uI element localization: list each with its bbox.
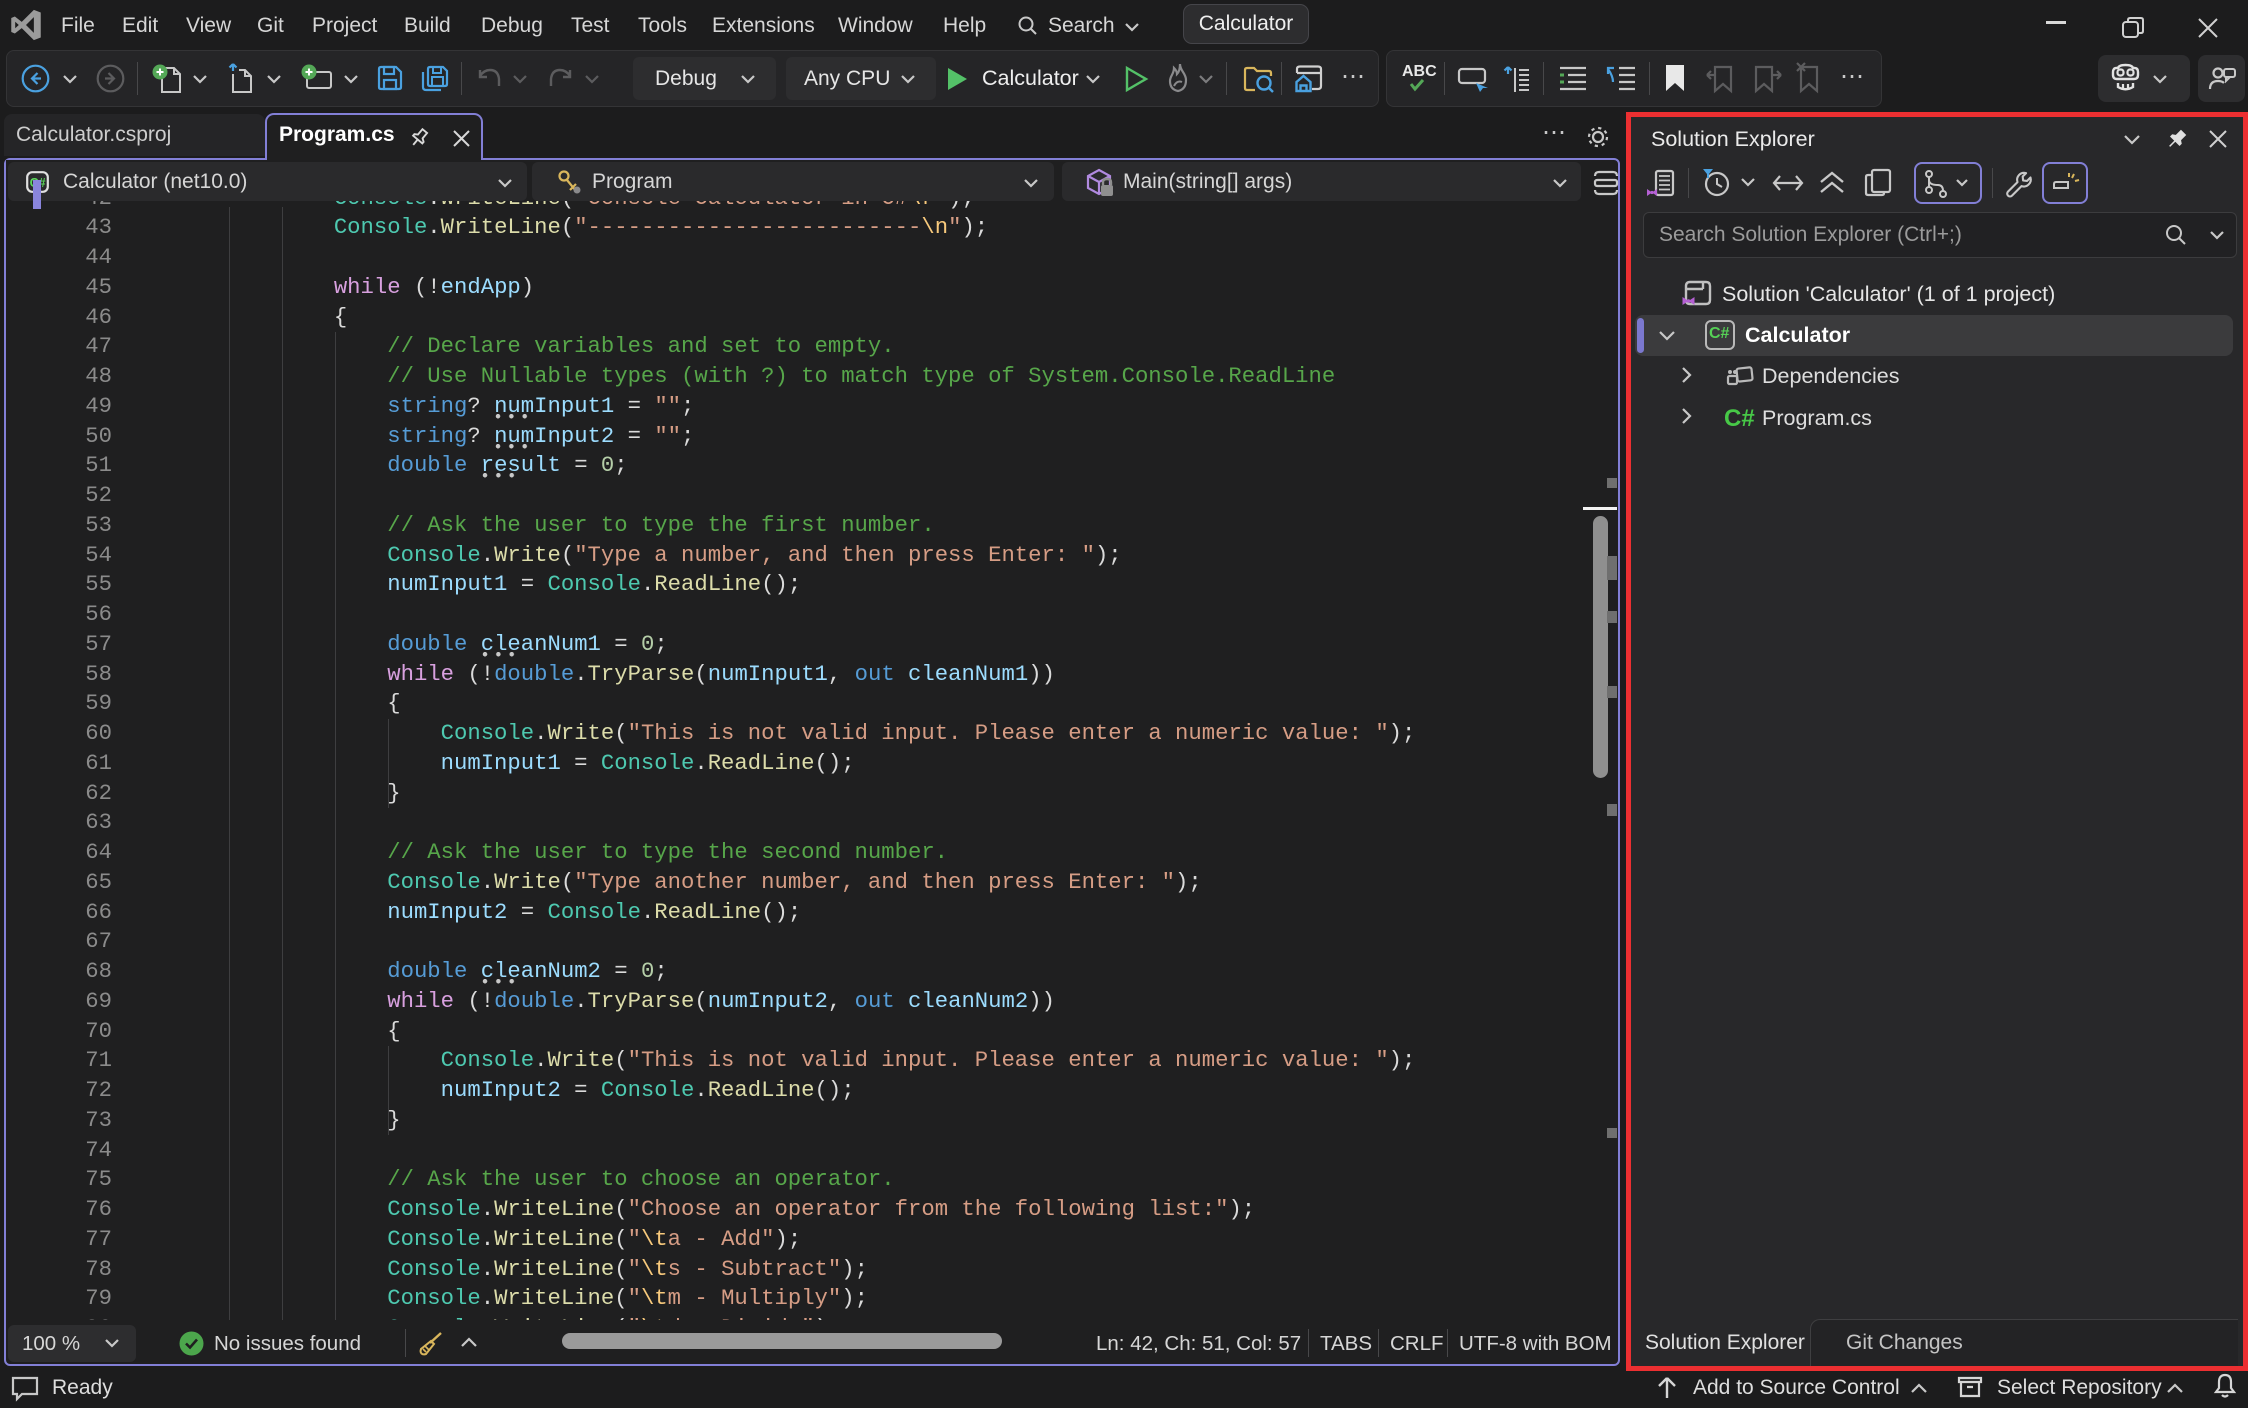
svg-text:ABC: ABC [1402, 63, 1437, 80]
